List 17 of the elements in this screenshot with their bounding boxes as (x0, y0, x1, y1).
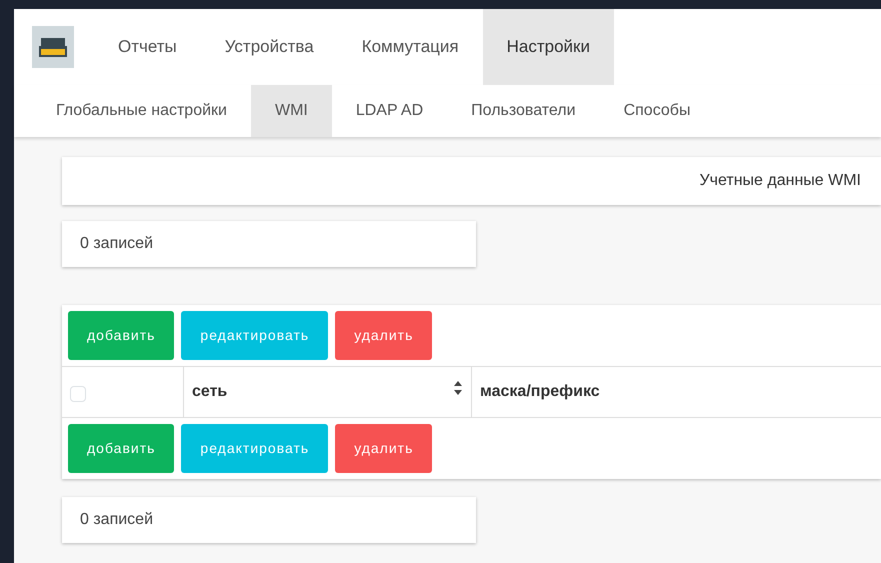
sub-tab[interactable]: Пользователи (447, 85, 600, 137)
nav-tab[interactable]: Коммутация (338, 9, 483, 85)
nav-tab[interactable]: Устройства (200, 9, 338, 85)
nav-tab[interactable]: Настройки (482, 9, 614, 85)
column-header[interactable]: маска/префикс (480, 380, 600, 404)
record-count: 0 записей (62, 221, 476, 267)
record-count: 0 записей (62, 497, 476, 543)
logo-icon (32, 26, 74, 68)
sort-icon[interactable] (453, 380, 463, 396)
column-header[interactable]: сеть (192, 380, 453, 404)
panel-title: Учетные данные WMI (62, 157, 881, 205)
sub-tab[interactable]: WMI (250, 85, 332, 137)
nav-tab[interactable]: Отчеты (94, 9, 201, 85)
select-all-checkbox[interactable] (70, 386, 86, 402)
sub-tab[interactable]: LDAP AD (332, 85, 448, 137)
sub-tab[interactable]: Глобальные настройки (32, 85, 251, 137)
sub-tab[interactable]: Способы (600, 85, 714, 137)
